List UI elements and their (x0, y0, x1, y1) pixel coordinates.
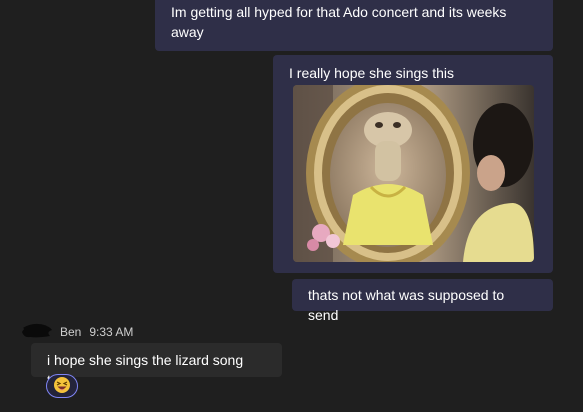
chat-thread: Im getting all hyped for that Ado concer… (0, 0, 583, 412)
message-text: I really hope she sings this (289, 65, 454, 81)
received-message[interactable]: i hope she sings the lizard song too (31, 343, 282, 388)
reaction-pill[interactable] (46, 374, 78, 398)
timestamp: 9:33 AM (89, 325, 134, 339)
sender-avatar-redacted[interactable] (20, 320, 54, 340)
message-text: Im getting all hyped for that Ado concer… (171, 4, 507, 40)
sent-message[interactable]: Im getting all hyped for that Ado concer… (155, 0, 553, 51)
sent-message-with-gif[interactable]: I really hope she sings this (273, 55, 553, 273)
message-meta: Ben 9:33 AM (60, 325, 133, 339)
sender-name: Ben (60, 325, 82, 339)
sent-message[interactable]: thats not what was supposed to send (292, 279, 553, 323)
message-text: thats not what was supposed to send (308, 287, 505, 323)
gif-image[interactable] (293, 85, 534, 262)
laughing-face-icon (54, 377, 70, 393)
